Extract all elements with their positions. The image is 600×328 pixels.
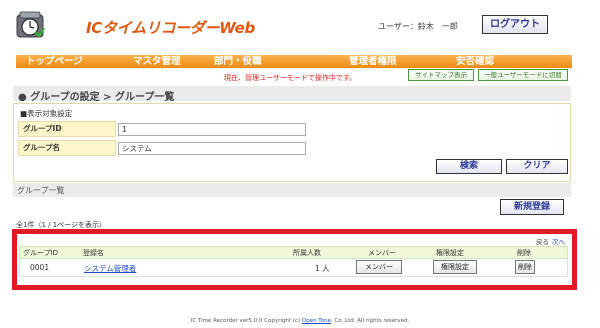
col-name: 登録名: [83, 249, 104, 257]
footer-company-link[interactable]: Open Tone: [302, 318, 331, 324]
col-delete: 削除: [517, 249, 531, 257]
clear-button[interactable]: クリア: [506, 159, 568, 174]
permission-button[interactable]: 権限設定: [433, 260, 477, 274]
switch-user-mode-button[interactable]: 一般ユーザーモードに切替: [478, 69, 568, 81]
table-row: 0001 システム管理者 1 人 メンバー 権限設定 削除: [19, 259, 568, 277]
main-nav-bar: トップページ マスタ管理 部門・役職 管理者権限 安否確認: [16, 55, 572, 68]
col-members-count: 所属人数: [293, 249, 321, 257]
group-name-label: グループ名: [18, 140, 116, 156]
footer-suffix: , Co.,Ltd. All rights reserved.: [330, 318, 410, 324]
group-id-label: グループID: [18, 121, 116, 137]
footer-prefix: IC Time Recorder ver5.0.0 Copyright (c): [190, 318, 301, 324]
row-group-name-link[interactable]: システム管理者: [84, 263, 136, 274]
page-title: ● グループの設定 > グループ一覧: [18, 92, 175, 103]
row-group-id: 0001: [30, 263, 50, 272]
nav-item-department[interactable]: 部門・役職: [214, 55, 262, 68]
nav-item-admin[interactable]: 管理者権限: [349, 55, 397, 68]
nav-item-master[interactable]: マスタ管理: [133, 55, 181, 68]
search-button[interactable]: 検索: [436, 159, 502, 174]
logout-button[interactable]: ログアウト: [482, 15, 548, 34]
col-group-id: グループID: [23, 249, 59, 257]
pager-next[interactable]: 次へ: [552, 236, 565, 246]
table-header: グループID 登録名 所属人数 メンバー 権限設定 削除: [19, 246, 568, 259]
filter-caption: ■表示対象設定: [20, 109, 73, 118]
group-name-input[interactable]: システム: [118, 142, 306, 155]
nav-item-top[interactable]: トップページ: [26, 55, 83, 68]
user-label: ユーザー：鈴木 一郎: [378, 22, 458, 31]
section-header: ● グループの設定 > グループ一覧: [13, 86, 571, 103]
pager-prev[interactable]: 戻る: [536, 236, 549, 246]
list-header: グループ一覧: [13, 183, 571, 197]
delete-button[interactable]: 削除: [515, 260, 535, 274]
nav-item-safety[interactable]: 安否確認: [456, 55, 494, 68]
group-id-input[interactable]: 1: [118, 123, 306, 136]
footer: IC Time Recorder ver5.0.0 Copyright (c) …: [0, 318, 600, 324]
app-logo-icon: [14, 9, 46, 41]
row-members-count: 1 人: [315, 264, 330, 273]
col-member: メンバー: [368, 249, 396, 257]
list-header-label: グループ一覧: [17, 186, 65, 195]
member-button[interactable]: メンバー: [356, 260, 402, 274]
mode-note: 現在、管理ユーザーモードで操作中です。: [224, 74, 357, 82]
app-title: ICタイムリコーダーWeb: [86, 19, 255, 37]
sitemap-button[interactable]: サイトマップ表示: [408, 69, 474, 81]
col-permission: 権限設定: [436, 249, 464, 257]
filter-panel: ■表示対象設定 グループID 1 グループ名 システム 検索 クリア: [13, 103, 571, 182]
new-register-button[interactable]: 新規登録: [500, 199, 564, 215]
